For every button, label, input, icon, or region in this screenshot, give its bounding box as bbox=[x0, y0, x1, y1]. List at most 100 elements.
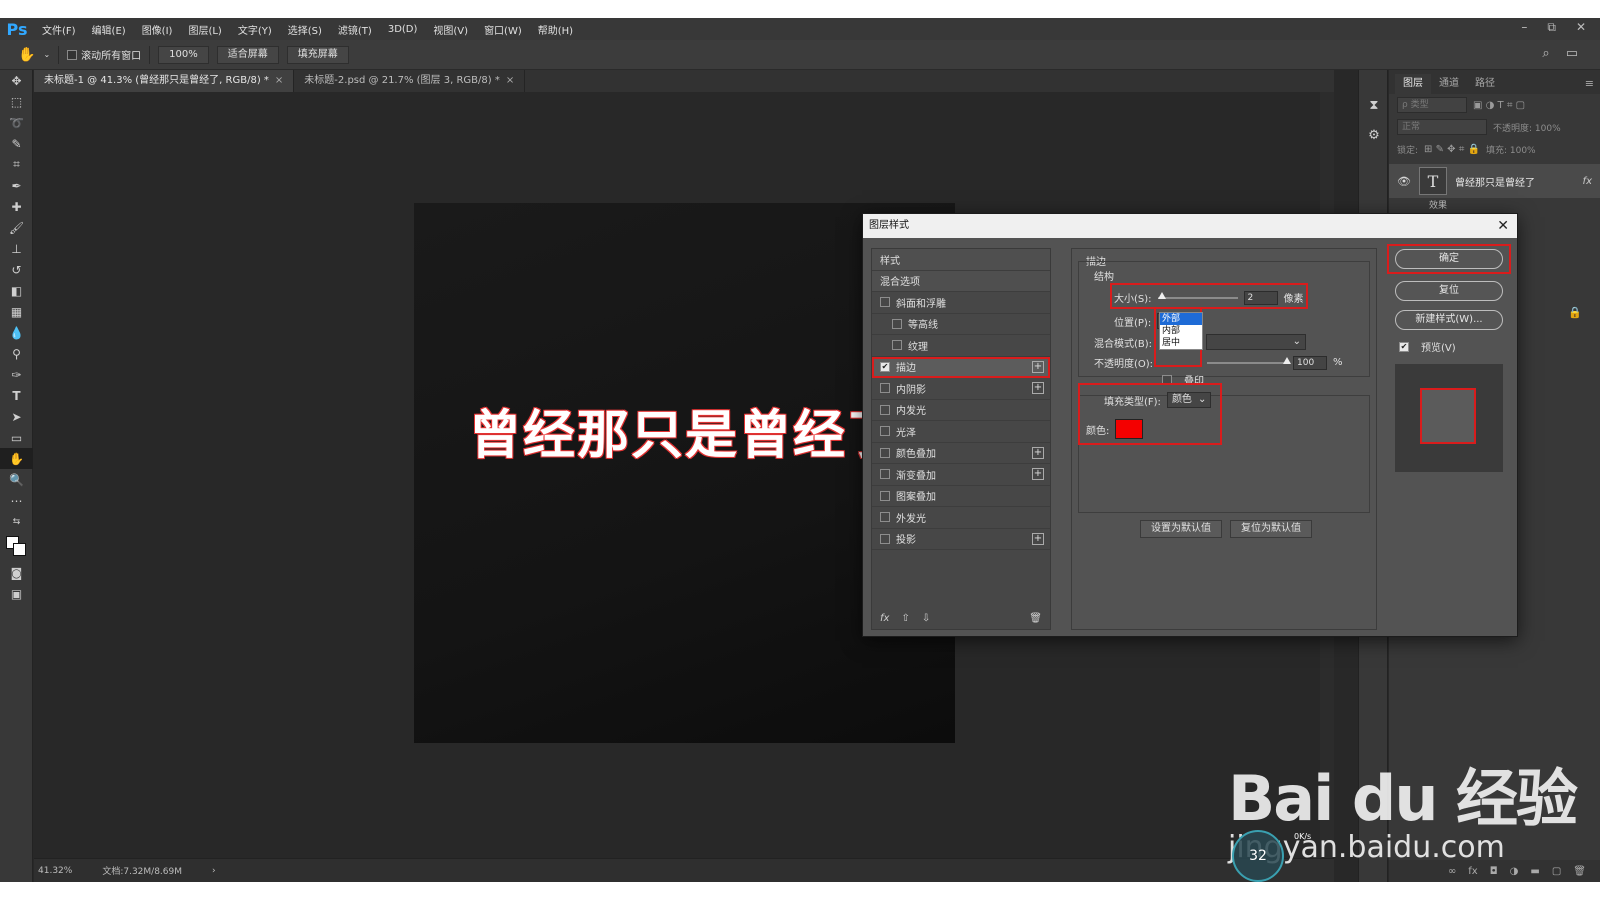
adjustment-layer-icon[interactable]: ◑ bbox=[1510, 866, 1519, 877]
style-item[interactable]: 外发光 bbox=[872, 507, 1050, 529]
marquee-tool-icon[interactable]: ⬚ bbox=[0, 91, 33, 112]
crop-tool-icon[interactable]: ⌗ bbox=[0, 154, 33, 175]
menu-help[interactable]: 帮助(H) bbox=[530, 22, 581, 37]
style-checkbox[interactable] bbox=[880, 297, 890, 308]
style-checkbox[interactable] bbox=[880, 404, 890, 415]
add-mask-icon[interactable]: ◘ bbox=[1490, 866, 1498, 877]
new-group-icon[interactable]: ▬ bbox=[1530, 866, 1539, 877]
position-option-inside[interactable]: 内部 bbox=[1160, 325, 1202, 337]
visibility-eye-icon[interactable]: 👁 bbox=[1397, 175, 1411, 188]
layer-filter-select[interactable]: ρ 类型 bbox=[1397, 97, 1467, 113]
add-effect-plus-icon[interactable]: + bbox=[1032, 360, 1044, 373]
style-checkbox[interactable] bbox=[880, 533, 890, 544]
menu-file[interactable]: 文件(F) bbox=[34, 22, 84, 37]
close-icon[interactable]: ✕ bbox=[1497, 214, 1509, 238]
style-checkbox[interactable] bbox=[892, 318, 902, 329]
close-window-button[interactable]: ✕ bbox=[1576, 20, 1586, 35]
style-item[interactable]: 内发光 bbox=[872, 400, 1050, 421]
blend-mode-select[interactable]: 正常 bbox=[1397, 119, 1487, 135]
quick-mask-icon[interactable]: ◙ bbox=[0, 562, 33, 583]
zoom-tool-icon[interactable]: 🔍 bbox=[0, 469, 33, 490]
menu-view[interactable]: 视图(V) bbox=[425, 22, 476, 37]
tab-channels[interactable]: 通道 bbox=[1431, 74, 1467, 94]
style-checkbox[interactable]: ✔ bbox=[880, 361, 890, 372]
preview-row[interactable]: ✔ 预览(V) bbox=[1399, 339, 1511, 354]
layer-fx-icon[interactable]: fx bbox=[1583, 176, 1592, 187]
checkbox-icon[interactable] bbox=[67, 49, 78, 60]
minimize-button[interactable]: – bbox=[1521, 20, 1527, 35]
menu-filter[interactable]: 滤镜(T) bbox=[330, 22, 380, 37]
menu-type[interactable]: 文字(Y) bbox=[230, 22, 280, 37]
stroke-blend-select[interactable]: ⌄ bbox=[1206, 334, 1307, 350]
style-item[interactable]: 纹理 bbox=[872, 335, 1050, 357]
style-item[interactable]: 投影 + bbox=[872, 529, 1050, 550]
move-up-icon[interactable]: ⇧ bbox=[901, 613, 909, 624]
preview-checkbox[interactable]: ✔ bbox=[1399, 341, 1409, 352]
style-item[interactable]: 内阴影 + bbox=[872, 378, 1050, 400]
dialog-titlebar[interactable]: 图层样式 ✕ bbox=[863, 214, 1517, 238]
move-tool-icon[interactable]: ✥ bbox=[0, 70, 33, 91]
make-default-button[interactable]: 设置为默认值 bbox=[1140, 520, 1222, 538]
link-layers-icon[interactable]: ∞ bbox=[1448, 866, 1456, 877]
menu-select[interactable]: 选择(S) bbox=[280, 22, 330, 37]
fill-label[interactable]: 填充: 100% bbox=[1486, 143, 1536, 156]
swap-colors-icon[interactable]: ⇆ bbox=[0, 511, 33, 532]
style-checkbox[interactable] bbox=[880, 383, 890, 394]
eraser-tool-icon[interactable]: ◧ bbox=[0, 280, 33, 301]
style-checkbox[interactable] bbox=[880, 512, 890, 523]
reset-button[interactable]: 复位 bbox=[1395, 281, 1503, 301]
ok-button[interactable]: 确定 bbox=[1395, 249, 1503, 269]
add-style-icon[interactable]: fx bbox=[1468, 866, 1477, 877]
zoom-level[interactable]: 41.32% bbox=[38, 866, 72, 876]
scroll-all-windows-checkbox[interactable]: 滚动所有窗口 bbox=[67, 47, 141, 62]
position-option-center[interactable]: 居中 bbox=[1160, 337, 1202, 349]
search-icon[interactable]: ⌕ bbox=[1542, 46, 1549, 61]
tab-paths[interactable]: 路径 bbox=[1467, 74, 1503, 94]
pen-tool-icon[interactable]: ✑ bbox=[0, 364, 33, 385]
close-icon[interactable]: × bbox=[506, 75, 514, 86]
screen-mode-icon[interactable]: ▣ bbox=[0, 583, 33, 604]
opacity-slider-knob[interactable] bbox=[1283, 356, 1292, 364]
style-item[interactable]: 颜色叠加 + bbox=[872, 443, 1050, 464]
tab-untitled-1[interactable]: 未标题-1 @ 41.3% (曾经那只是曾经了, RGB/8) * × bbox=[34, 70, 295, 92]
menu-window[interactable]: 窗口(W) bbox=[476, 22, 530, 37]
style-item[interactable]: 样式 bbox=[872, 249, 1050, 271]
tab-untitled-2[interactable]: 未标题-2.psd @ 21.7% (图层 3, RGB/8) * × bbox=[294, 70, 526, 92]
history-brush-tool-icon[interactable]: ↺ bbox=[0, 259, 33, 280]
new-style-button[interactable]: 新建样式(W)... bbox=[1395, 310, 1503, 330]
opacity-input[interactable]: 100 bbox=[1293, 355, 1328, 370]
opacity-slider[interactable] bbox=[1207, 356, 1292, 364]
menu-image[interactable]: 图像(I) bbox=[134, 22, 181, 37]
style-checkbox[interactable] bbox=[880, 469, 890, 480]
status-arrow-icon[interactable]: › bbox=[212, 866, 216, 876]
stamp-tool-icon[interactable]: ⊥ bbox=[0, 238, 33, 259]
gradient-tool-icon[interactable]: ▦ bbox=[0, 301, 33, 322]
quick-select-tool-icon[interactable]: ✎ bbox=[0, 133, 33, 154]
menu-edit[interactable]: 编辑(E) bbox=[84, 22, 134, 37]
speed-widget[interactable]: 32 bbox=[1232, 830, 1284, 882]
foreground-background-color-icon[interactable] bbox=[0, 532, 33, 562]
style-checkbox[interactable] bbox=[880, 426, 890, 437]
style-item[interactable]: ✔ 描边 + bbox=[872, 356, 1050, 378]
history-panel-icon[interactable]: ⧗ bbox=[1359, 90, 1389, 120]
style-item[interactable]: 渐变叠加 + bbox=[872, 464, 1050, 486]
style-item[interactable]: 光泽 bbox=[872, 421, 1050, 443]
lock-icons[interactable]: ⊞ ✎ ✥ ⌗ 🔒 bbox=[1424, 144, 1480, 155]
brush-tool-icon[interactable]: 🖌 bbox=[0, 217, 33, 238]
trash-icon[interactable]: 🗑 bbox=[1029, 613, 1042, 624]
hand-tool-icon[interactable]: ✋ bbox=[0, 448, 33, 469]
menu-3d[interactable]: 3D(D) bbox=[380, 24, 426, 35]
dodge-tool-icon[interactable]: ⚲ bbox=[0, 343, 33, 364]
properties-panel-icon[interactable]: ⚙ bbox=[1359, 120, 1389, 150]
filter-icons[interactable]: ▣ ◑ T ⌗ ▢ bbox=[1473, 100, 1525, 111]
style-item[interactable]: 等高线 bbox=[872, 314, 1050, 335]
style-checkbox[interactable] bbox=[880, 447, 890, 458]
fill-screen-button[interactable]: 填充屏幕 bbox=[286, 45, 349, 64]
style-checkbox[interactable] bbox=[880, 490, 890, 501]
hand-tool-icon[interactable]: ✋ bbox=[18, 47, 35, 63]
rectangle-tool-icon[interactable]: ▭ bbox=[0, 427, 33, 448]
delete-layer-icon[interactable]: 🗑 bbox=[1573, 866, 1586, 877]
panel-menu-icon[interactable]: ≡ bbox=[1585, 74, 1594, 94]
lasso-tool-icon[interactable]: ➰ bbox=[0, 112, 33, 133]
add-effect-plus-icon[interactable]: + bbox=[1032, 382, 1044, 394]
